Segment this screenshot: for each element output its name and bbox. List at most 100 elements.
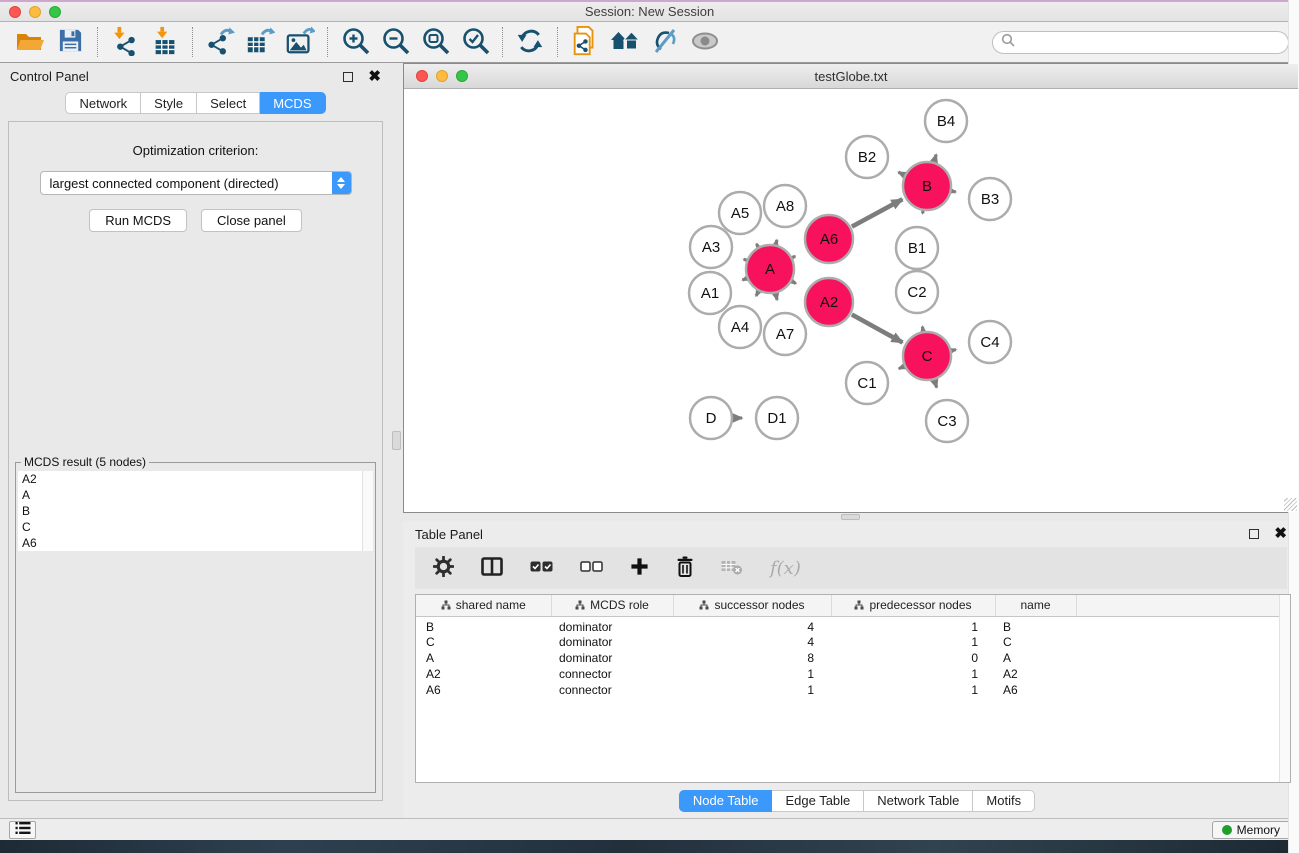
home-layout-button[interactable] <box>605 25 645 59</box>
column-header-successor-nodes[interactable]: successor nodes <box>673 595 831 616</box>
graph-edge-A-A5[interactable] <box>757 244 758 246</box>
horizontal-split-divider[interactable] <box>403 513 1299 521</box>
zoom-selected-button[interactable] <box>455 25 495 59</box>
result-item[interactable]: A2 <box>18 471 373 487</box>
network-canvas-svg[interactable]: B4B2BB3A5A8A6B1A3AA1C2A2A4A7C4CC1C3DD1 <box>404 89 1298 512</box>
toggle-graphics-details-button[interactable] <box>645 25 685 59</box>
graph-edge-A-A7[interactable] <box>776 294 777 300</box>
table-cell[interactable]: 1 <box>673 666 831 682</box>
import-table-button[interactable] <box>145 25 185 59</box>
table-cell[interactable]: A2 <box>995 666 1076 682</box>
task-history-button[interactable] <box>9 821 36 839</box>
export-network-button[interactable] <box>200 25 240 59</box>
divider-handle[interactable] <box>392 431 401 450</box>
result-item[interactable]: A <box>18 487 373 503</box>
network-canvas[interactable]: B4B2BB3A5A8A6B1A3AA1C2A2A4A7C4CC1C3DD1 <box>404 89 1298 512</box>
table-cell[interactable]: 4 <box>673 634 831 650</box>
table-cell[interactable]: connector <box>551 682 673 698</box>
graph-edge-C-C1[interactable] <box>899 367 903 369</box>
result-list-scrollbar[interactable] <box>362 471 373 551</box>
table-cell[interactable]: 8 <box>673 650 831 666</box>
graph-edge-B-B3[interactable] <box>953 191 956 192</box>
table-cell[interactable]: A <box>995 650 1076 666</box>
column-header-MCDS-role[interactable]: MCDS role <box>551 595 673 616</box>
zoom-fit-button[interactable] <box>415 25 455 59</box>
save-session-button[interactable] <box>50 25 90 59</box>
divider-handle[interactable] <box>841 514 860 520</box>
table-cell[interactable]: 4 <box>673 616 831 634</box>
vertical-split-divider[interactable] <box>391 63 403 818</box>
column-header-shared-name[interactable]: shared name <box>416 595 551 616</box>
column-header-name[interactable]: name <box>995 595 1076 616</box>
close-table-panel-icon[interactable]: ✖ <box>1274 529 1287 539</box>
mcds-result-list[interactable]: A2ABCA6 <box>18 471 373 551</box>
tab-select[interactable]: Select <box>197 92 260 114</box>
table-cell[interactable]: A6 <box>416 682 551 698</box>
add-column-button[interactable] <box>630 553 649 583</box>
column-header-predecessor-nodes[interactable]: predecessor nodes <box>831 595 995 616</box>
table-cell[interactable]: 0 <box>831 650 995 666</box>
search-input[interactable] <box>1020 35 1280 49</box>
graph-edge-A-A1[interactable] <box>743 279 746 280</box>
table-row[interactable]: Bdominator41B <box>416 616 1290 634</box>
toggle-visibility-button[interactable] <box>685 25 725 59</box>
graph-edge-A-A2[interactable] <box>793 282 796 284</box>
graph-edge-C-C4[interactable] <box>952 350 955 351</box>
tab-motifs[interactable]: Motifs <box>973 790 1035 812</box>
graph-edge-C-C3[interactable] <box>935 381 937 388</box>
table-cell[interactable]: 1 <box>673 682 831 698</box>
select-all-columns-button[interactable] <box>530 553 553 583</box>
table-scrollbar[interactable] <box>1279 595 1290 782</box>
table-cell[interactable]: 1 <box>831 634 995 650</box>
resize-grip[interactable] <box>1284 498 1297 511</box>
table-cell[interactable]: A2 <box>416 666 551 682</box>
tab-mcds[interactable]: MCDS <box>260 92 325 114</box>
graph-edge-A6-B[interactable] <box>852 199 903 226</box>
run-mcds-button[interactable]: Run MCDS <box>89 209 187 232</box>
memory-button[interactable]: Memory <box>1212 821 1290 839</box>
graph-edge-A2-C[interactable] <box>852 315 903 343</box>
tab-edge-table[interactable]: Edge Table <box>772 790 864 812</box>
table-row[interactable]: A6connector11A6 <box>416 682 1290 698</box>
table-row[interactable]: Adominator80A <box>416 650 1290 666</box>
tab-node-table[interactable]: Node Table <box>679 790 773 812</box>
zoom-out-button[interactable] <box>375 25 415 59</box>
import-network-button[interactable] <box>105 25 145 59</box>
close-panel-button[interactable]: Close panel <box>201 209 302 232</box>
graph-edge-A-A6[interactable] <box>793 256 795 257</box>
tab-style[interactable]: Style <box>141 92 197 114</box>
table-cell[interactable]: 1 <box>831 666 995 682</box>
export-image-button[interactable] <box>280 25 320 59</box>
table-options-button[interactable] <box>433 553 454 583</box>
result-item[interactable]: C <box>18 519 373 535</box>
export-table-button[interactable] <box>240 25 280 59</box>
result-item[interactable]: A6 <box>18 535 373 551</box>
close-panel-icon[interactable]: ✖ <box>368 72 381 82</box>
tab-network-table[interactable]: Network Table <box>864 790 973 812</box>
table-cell[interactable]: C <box>995 634 1076 650</box>
open-session-button[interactable] <box>10 25 50 59</box>
graph-edge-B-B2[interactable] <box>899 172 904 175</box>
column-view-button[interactable] <box>481 553 503 583</box>
table-row[interactable]: A2connector11A2 <box>416 666 1290 682</box>
result-item[interactable]: B <box>18 503 373 519</box>
graph-edge-A-A8[interactable] <box>776 240 777 244</box>
refresh-view-button[interactable] <box>510 25 550 59</box>
table-cell[interactable]: dominator <box>551 634 673 650</box>
criterion-select[interactable]: largest connected component (directed) <box>40 171 352 195</box>
tab-network[interactable]: Network <box>65 92 141 114</box>
float-table-panel-button[interactable] <box>1249 529 1259 539</box>
float-panel-button[interactable] <box>343 72 353 82</box>
clone-network-button[interactable] <box>565 25 605 59</box>
graph-edge-B-B4[interactable] <box>934 155 936 161</box>
graph-edge-C-C2[interactable] <box>922 327 923 331</box>
table-cell[interactable]: connector <box>551 666 673 682</box>
table-cell[interactable]: A <box>416 650 551 666</box>
table-cell[interactable]: 1 <box>831 616 995 634</box>
table-row[interactable]: Cdominator41C <box>416 634 1290 650</box>
table-cell[interactable]: 1 <box>831 682 995 698</box>
table-cell[interactable]: dominator <box>551 650 673 666</box>
table-cell[interactable]: dominator <box>551 616 673 634</box>
table-cell[interactable]: A6 <box>995 682 1076 698</box>
table-cell[interactable]: B <box>416 616 551 634</box>
